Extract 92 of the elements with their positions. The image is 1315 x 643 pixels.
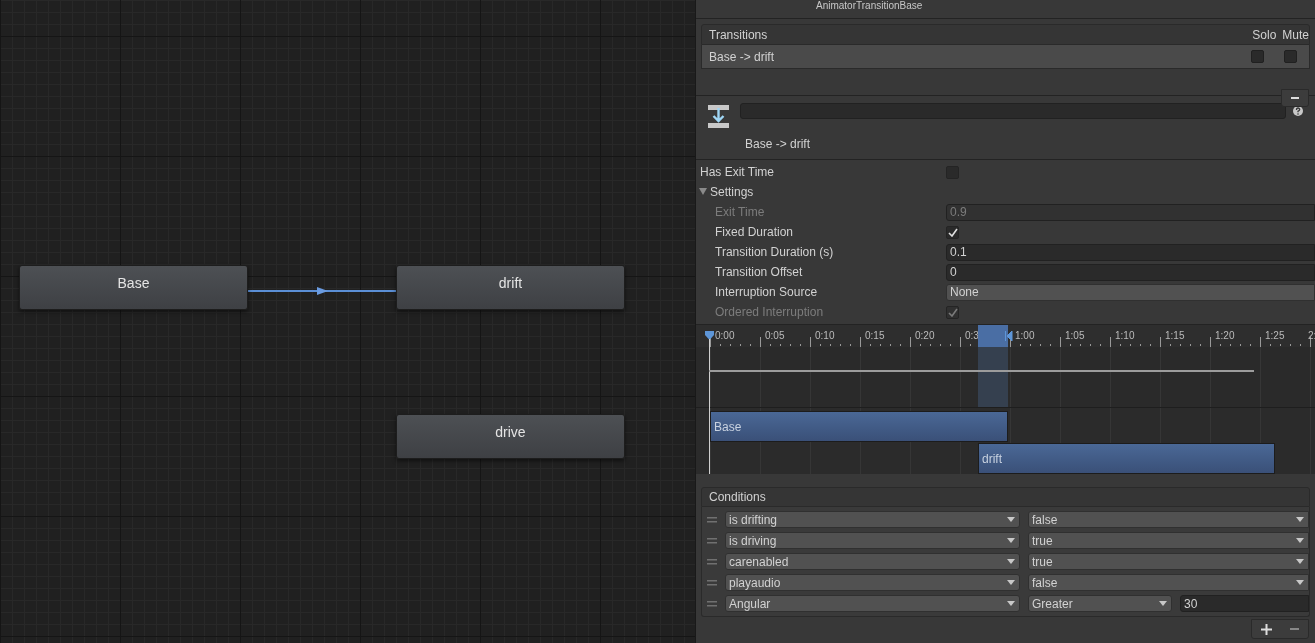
dropdown[interactable]: true bbox=[1028, 532, 1309, 549]
time-label: 1:25 bbox=[1265, 329, 1285, 343]
dropdown-value: playaudio bbox=[729, 574, 782, 592]
checkbox[interactable] bbox=[1251, 50, 1264, 63]
time-label: 1:05 bbox=[1065, 329, 1085, 343]
drag-handle-icon bbox=[707, 537, 717, 544]
name-field[interactable] bbox=[740, 103, 1286, 119]
time-label: 1:20 bbox=[1215, 329, 1235, 343]
time-label: 0:10 bbox=[815, 329, 835, 343]
plus-icon bbox=[1260, 623, 1272, 635]
time-label: 0:00 bbox=[715, 329, 735, 343]
dropdown[interactable]: true bbox=[1028, 553, 1309, 570]
caret-icon bbox=[1296, 580, 1304, 585]
dropdown-value: false bbox=[1032, 511, 1059, 529]
dropdown-value: carenabled bbox=[729, 553, 790, 571]
dropdown[interactable]: false bbox=[1028, 574, 1309, 591]
dropdown[interactable]: None bbox=[946, 283, 1315, 301]
time-label: 1:15 bbox=[1165, 329, 1185, 343]
caret-icon bbox=[1296, 559, 1304, 564]
number-field[interactable]: 0.1 bbox=[946, 243, 1315, 261]
field-label: Interruption Source bbox=[715, 284, 819, 301]
clip-bar: drift bbox=[978, 443, 1275, 474]
caret-icon bbox=[1007, 601, 1015, 606]
column-label: Solo bbox=[1252, 26, 1277, 44]
transition-arrow[interactable] bbox=[248, 287, 396, 295]
field-label: Transition Offset bbox=[715, 264, 804, 281]
number-field[interactable]: 30 bbox=[1180, 595, 1309, 612]
time-label: 2: bbox=[1308, 329, 1315, 343]
state-node[interactable]: drift bbox=[396, 265, 625, 310]
dropdown-value: true bbox=[1032, 532, 1054, 550]
type-label: AnimatorTransitionBase bbox=[816, 0, 923, 11]
minus-icon bbox=[1289, 628, 1299, 630]
help-icon bbox=[1293, 106, 1303, 116]
number-field[interactable]: 0 bbox=[946, 263, 1315, 281]
end-marker-icon bbox=[1005, 331, 1013, 341]
dropdown[interactable]: false bbox=[1028, 511, 1309, 528]
time-label: 0:3 bbox=[965, 329, 979, 343]
dropdown[interactable]: is driving bbox=[725, 532, 1020, 549]
dropdown-value: None bbox=[950, 284, 979, 301]
dropdown[interactable]: carenabled bbox=[725, 553, 1020, 570]
checkbox[interactable] bbox=[946, 225, 959, 239]
clip-bar: Base bbox=[710, 411, 1008, 442]
drag-handle-icon bbox=[707, 516, 717, 523]
caret-icon bbox=[1296, 538, 1304, 543]
drag-handle-icon bbox=[707, 558, 717, 565]
drag-handle-icon bbox=[707, 579, 717, 586]
time-label: 0:15 bbox=[865, 329, 885, 343]
column-label: Mute bbox=[1282, 26, 1309, 44]
time-label: 1:00 bbox=[1015, 329, 1035, 343]
timeline[interactable]: 0:00 0:05 0:10 0:15 0:20 0:3 1:00 1:05 1:10 1:15 1:20 1:25 2: Base drift bbox=[696, 324, 1315, 474]
caret-icon bbox=[699, 188, 707, 196]
dropdown-value: false bbox=[1032, 574, 1059, 592]
playhead-icon bbox=[705, 331, 714, 340]
caret-icon bbox=[1007, 538, 1015, 543]
settings-foldout[interactable]: Settings bbox=[699, 183, 754, 201]
list-title: Conditions bbox=[709, 489, 766, 506]
row-label: Base -> drift bbox=[709, 48, 776, 66]
field-label: Transition Duration (s) bbox=[715, 244, 835, 261]
dropdown-value: Angular bbox=[729, 595, 772, 613]
dropdown[interactable]: Greater bbox=[1028, 595, 1172, 612]
transition-title: Base -> drift bbox=[745, 136, 811, 153]
caret-icon bbox=[1159, 601, 1167, 606]
dropdown-value: is drifting bbox=[729, 511, 779, 529]
check-icon bbox=[947, 227, 958, 237]
caret-icon bbox=[1296, 517, 1304, 522]
dropdown-value: is driving bbox=[729, 532, 778, 550]
number-field: 0.9 bbox=[946, 203, 1315, 221]
caret-icon bbox=[1007, 517, 1015, 522]
state-node[interactable]: drive bbox=[396, 414, 625, 459]
checkbox[interactable] bbox=[1284, 50, 1297, 63]
minus-icon bbox=[1291, 97, 1299, 99]
dropdown[interactable]: is drifting bbox=[725, 511, 1020, 528]
field-label: Fixed Duration bbox=[715, 224, 795, 241]
dropdown-value: true bbox=[1032, 553, 1054, 571]
transition-icon bbox=[708, 105, 729, 128]
time-label: 1:10 bbox=[1115, 329, 1135, 343]
time-label: 0:05 bbox=[765, 329, 785, 343]
field-label: Exit Time bbox=[715, 204, 766, 221]
transition-row[interactable]: Base -> drift bbox=[701, 45, 1310, 69]
transition-overlap bbox=[978, 347, 1008, 407]
caret-icon bbox=[1007, 559, 1015, 564]
dropdown[interactable]: playaudio bbox=[725, 574, 1020, 591]
dropdown-value: Greater bbox=[1032, 595, 1074, 613]
dropdown[interactable]: Angular bbox=[725, 595, 1020, 612]
remove-button[interactable] bbox=[1281, 89, 1309, 107]
list-title: Transitions bbox=[709, 26, 769, 44]
field-label: Ordered Interruption bbox=[715, 304, 825, 321]
state-node[interactable]: Base bbox=[19, 265, 248, 310]
drag-handle-icon bbox=[707, 600, 717, 607]
caret-icon bbox=[1007, 580, 1015, 585]
time-label: 0:20 bbox=[915, 329, 935, 343]
field-label: Has Exit Time bbox=[700, 164, 775, 181]
